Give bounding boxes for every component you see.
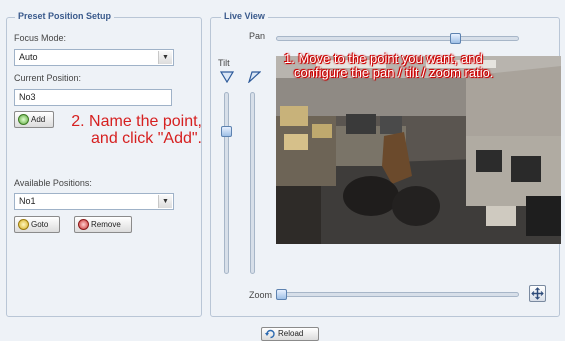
tilt-right-icon[interactable] (247, 71, 261, 83)
step1-line2: configure the pan / tilt / zoom ratio. (294, 65, 494, 80)
reload-button[interactable]: Reload (261, 327, 319, 341)
pan-label: Pan (249, 31, 266, 41)
current-position-input[interactable]: No3 (14, 89, 172, 106)
step1-line1: 1. Move to the point you want, and (284, 51, 483, 66)
available-positions-value: No1 (19, 196, 36, 206)
camera-live-view[interactable] (276, 56, 561, 244)
pan-slider[interactable] (276, 36, 519, 41)
remove-button-label: Remove (91, 220, 121, 229)
tilt-label: Tilt (218, 58, 230, 68)
step2-annotation: 2. Name the point, and click "Add". (56, 113, 202, 147)
current-position-label: Current Position: (14, 73, 82, 83)
focus-mode-label: Focus Mode: (14, 33, 67, 43)
zoom-fit-icon (531, 287, 544, 300)
chevron-down-icon: ▼ (158, 51, 172, 64)
available-positions-label: Available Positions: (14, 178, 92, 188)
zoom-slider[interactable] (276, 292, 519, 297)
tilt-slider-left[interactable] (224, 92, 229, 274)
step2-line1: 2. Name the point, (71, 113, 202, 130)
reload-icon (265, 329, 275, 339)
reload-button-label: Reload (278, 329, 304, 338)
remove-button[interactable]: Remove (74, 216, 132, 233)
focus-mode-value: Auto (19, 52, 38, 62)
add-button[interactable]: Add (14, 111, 54, 128)
focus-mode-select[interactable]: Auto ▼ (14, 49, 174, 66)
tilt-slider-thumb[interactable] (221, 126, 232, 138)
camera-scene-image (276, 56, 561, 244)
remove-icon (78, 219, 89, 230)
tilt-left-icon[interactable] (220, 71, 234, 83)
plus-circle-icon (18, 114, 29, 125)
available-positions-select[interactable]: No1 ▼ (14, 193, 174, 210)
live-view-legend: Live View (221, 11, 268, 21)
goto-button[interactable]: Goto (14, 216, 60, 233)
goto-button-label: Goto (31, 220, 49, 229)
chevron-down-icon: ▼ (158, 195, 172, 208)
goto-icon (18, 219, 29, 230)
tilt-slider-right[interactable] (250, 92, 255, 274)
zoom-slider-thumb[interactable] (276, 289, 287, 300)
step2-line2: and click "Add". (91, 130, 202, 147)
step1-annotation: 1. Move to the point you want, and confi… (284, 52, 564, 80)
add-button-label: Add (31, 115, 46, 124)
preset-setup-legend: Preset Position Setup (15, 11, 115, 21)
zoom-fit-button[interactable] (529, 285, 546, 302)
pan-slider-thumb[interactable] (450, 33, 461, 44)
zoom-label: Zoom (249, 290, 273, 300)
